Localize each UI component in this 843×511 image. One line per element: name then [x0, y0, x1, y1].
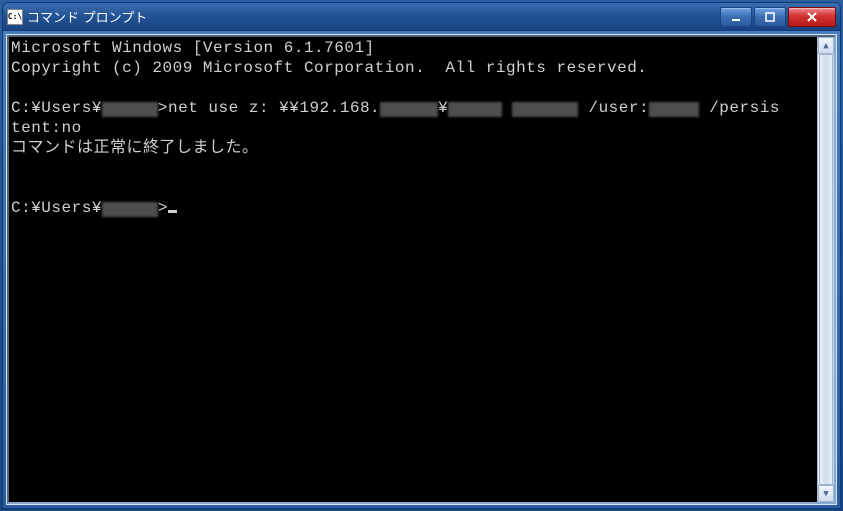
prompt-path: C:¥Users¥ [11, 99, 102, 117]
redacted-ip [380, 102, 438, 117]
scroll-down-button[interactable]: ▼ [818, 485, 834, 502]
output-result: コマンドは正常に終了しました。 [11, 139, 259, 157]
redacted-user [102, 102, 158, 117]
command-prompt-window: C:\ コマンド プロンプト Microsoft Windows [Versio… [2, 2, 841, 509]
redacted-arg [512, 102, 578, 117]
window-title: コマンド プロンプト [27, 7, 720, 26]
command-text: /persis [699, 99, 780, 117]
close-button[interactable] [788, 7, 836, 27]
command-text: >net use z: ¥¥192.168. [158, 99, 380, 117]
prompt-symbol: > [158, 199, 168, 217]
terminal-frame: Microsoft Windows [Version 6.1.7601] Cop… [7, 35, 836, 504]
scroll-thumb[interactable] [819, 54, 833, 485]
command-text: tent:no [11, 119, 82, 137]
window-controls [720, 7, 836, 27]
minimize-button[interactable] [720, 7, 752, 27]
cursor [168, 210, 177, 213]
redacted-share [448, 102, 502, 117]
terminal-output[interactable]: Microsoft Windows [Version 6.1.7601] Cop… [9, 37, 817, 502]
output-line: Copyright (c) 2009 Microsoft Corporation… [11, 59, 647, 77]
maximize-button[interactable] [754, 7, 786, 27]
scroll-up-button[interactable]: ▲ [818, 37, 834, 54]
prompt-path: C:¥Users¥ [11, 199, 102, 217]
command-text: ¥ [438, 99, 448, 117]
scrollbar-vertical[interactable]: ▲ ▼ [817, 37, 834, 502]
scroll-track[interactable] [818, 54, 834, 485]
redacted-cred [649, 102, 699, 117]
command-text: /user: [578, 99, 649, 117]
client-area: Microsoft Windows [Version 6.1.7601] Cop… [3, 31, 840, 508]
redacted-user [102, 202, 158, 217]
output-line: Microsoft Windows [Version 6.1.7601] [11, 39, 375, 57]
titlebar[interactable]: C:\ コマンド プロンプト [3, 3, 840, 31]
cmd-icon: C:\ [7, 9, 23, 25]
